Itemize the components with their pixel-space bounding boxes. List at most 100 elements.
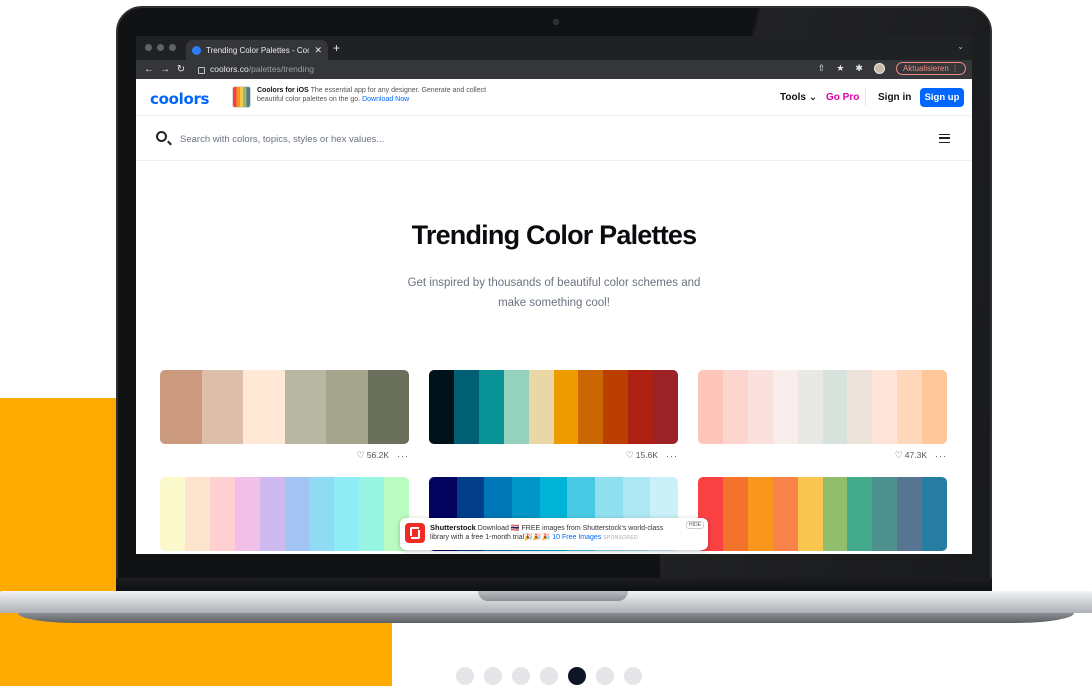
color-swatch[interactable]	[772, 477, 798, 551]
color-swatch[interactable]	[897, 477, 923, 551]
ad-sponsored-label: SPONSORED	[603, 535, 638, 541]
color-swatch[interactable]	[653, 370, 678, 444]
pager-dot[interactable]	[456, 667, 474, 685]
like-button[interactable]: ♡ 47.3K	[895, 450, 927, 461]
maximize-window-icon[interactable]	[169, 44, 176, 51]
color-swatch[interactable]	[603, 370, 629, 444]
color-swatch[interactable]	[872, 370, 898, 444]
color-swatch[interactable]	[503, 370, 529, 444]
tab-search-icon[interactable]: ⌄	[957, 42, 964, 51]
like-button[interactable]: ♡ 15.6K	[626, 450, 658, 461]
color-swatch[interactable]	[747, 370, 773, 444]
pager-dot[interactable]	[512, 667, 530, 685]
color-swatch[interactable]	[847, 477, 873, 551]
new-tab-button[interactable]: +	[333, 41, 340, 55]
go-pro-link[interactable]: Go Pro	[826, 92, 859, 103]
color-swatch[interactable]	[284, 477, 310, 551]
color-swatch[interactable]	[326, 370, 368, 444]
pager-dot[interactable]	[484, 667, 502, 685]
color-swatch[interactable]	[922, 370, 947, 444]
heart-icon: ♡	[625, 450, 634, 460]
sponsored-ad[interactable]: Shutterstock Download 🇹🇭 FREE images fro…	[400, 518, 708, 550]
back-arrow-icon[interactable]: ←	[141, 64, 157, 75]
page-subtitle: Get inspired by thousands of beautiful c…	[407, 277, 701, 309]
color-swatch[interactable]	[797, 477, 823, 551]
color-swatch[interactable]	[243, 370, 285, 444]
color-swatch[interactable]	[847, 370, 873, 444]
update-button[interactable]: Aktualisieren ⋮	[895, 62, 966, 75]
color-swatch[interactable]	[822, 370, 848, 444]
browser-tab[interactable]: Trending Color Palettes - Cool ✕	[186, 40, 328, 60]
color-swatch[interactable]	[201, 370, 243, 444]
color-swatch[interactable]	[284, 370, 326, 444]
ios-promo-banner[interactable]: Coolors for iOS The essential app for an…	[232, 86, 497, 108]
color-swatch[interactable]	[453, 370, 479, 444]
ad-link[interactable]: 10 Free Images	[552, 534, 601, 541]
ad-hide-button[interactable]: HIDE	[686, 521, 704, 529]
color-swatch[interactable]	[429, 370, 454, 444]
color-swatch[interactable]	[209, 477, 235, 551]
color-swatch[interactable]	[772, 370, 798, 444]
color-swatch[interactable]	[160, 370, 202, 444]
search-input[interactable]	[180, 130, 780, 148]
tab-close-icon[interactable]: ✕	[314, 45, 322, 56]
palette-card[interactable]	[160, 477, 409, 551]
close-window-icon[interactable]	[145, 44, 152, 51]
reload-icon[interactable]: ↻	[173, 64, 189, 75]
toolbar-actions: ⇧ ★ ✱ Aktualisieren ⋮	[818, 62, 966, 75]
promo-text: Coolors for iOS The essential app for an…	[257, 86, 497, 108]
color-swatch[interactable]	[367, 370, 409, 444]
sign-up-button[interactable]: Sign up	[920, 88, 964, 107]
color-swatch[interactable]	[797, 370, 823, 444]
carousel-pager	[456, 667, 642, 685]
palette-card[interactable]	[698, 477, 947, 551]
share-icon[interactable]: ⇧	[818, 63, 826, 74]
hamburger-menu-icon[interactable]	[939, 134, 950, 143]
color-swatch[interactable]	[872, 477, 898, 551]
color-swatch[interactable]	[822, 477, 848, 551]
color-swatch[interactable]	[628, 370, 654, 444]
laptop-opening-notch	[478, 591, 628, 601]
color-swatch[interactable]	[578, 370, 604, 444]
minimize-window-icon[interactable]	[157, 44, 164, 51]
extensions-puzzle-icon[interactable]: ✱	[855, 63, 863, 74]
palette-card[interactable]	[698, 370, 947, 444]
color-swatch[interactable]	[259, 477, 285, 551]
color-swatch[interactable]	[184, 477, 210, 551]
profile-avatar[interactable]	[873, 63, 885, 74]
color-swatch[interactable]	[478, 370, 504, 444]
bookmark-star-icon[interactable]: ★	[836, 63, 844, 74]
like-button[interactable]: ♡ 56.2K	[357, 450, 389, 461]
palette-meta: ♡ 56.2K ···	[341, 450, 409, 461]
color-swatch[interactable]	[747, 477, 773, 551]
color-swatch[interactable]	[359, 477, 385, 551]
palette-card[interactable]	[160, 370, 409, 444]
color-swatch[interactable]	[334, 477, 360, 551]
pager-dot[interactable]	[596, 667, 614, 685]
color-swatch[interactable]	[698, 370, 723, 444]
color-swatch[interactable]	[897, 370, 923, 444]
color-swatch[interactable]	[309, 477, 335, 551]
palette-card[interactable]	[429, 370, 678, 444]
download-now-link[interactable]: Download Now	[362, 96, 409, 103]
sign-in-link[interactable]: Sign in	[878, 92, 911, 103]
more-options-icon[interactable]: ···	[666, 451, 678, 461]
color-swatch[interactable]	[553, 370, 579, 444]
coolors-favicon-icon	[192, 45, 201, 55]
pager-dot[interactable]	[568, 667, 586, 685]
color-swatch[interactable]	[722, 370, 748, 444]
color-swatch[interactable]	[922, 477, 947, 551]
ios-app-icon	[232, 86, 251, 108]
coolors-logo[interactable]: coolors	[150, 90, 209, 108]
color-swatch[interactable]	[528, 370, 554, 444]
color-swatch[interactable]	[234, 477, 260, 551]
pager-dot[interactable]	[540, 667, 558, 685]
color-swatch[interactable]	[722, 477, 748, 551]
more-options-icon[interactable]: ···	[935, 451, 947, 461]
forward-arrow-icon[interactable]: →	[157, 64, 173, 75]
more-options-icon[interactable]: ···	[397, 451, 409, 461]
tools-menu[interactable]: Tools ⌄	[780, 92, 817, 103]
address-bar[interactable]: coolors.co/palettes/trending	[198, 62, 798, 76]
color-swatch[interactable]	[160, 477, 185, 551]
pager-dot[interactable]	[624, 667, 642, 685]
